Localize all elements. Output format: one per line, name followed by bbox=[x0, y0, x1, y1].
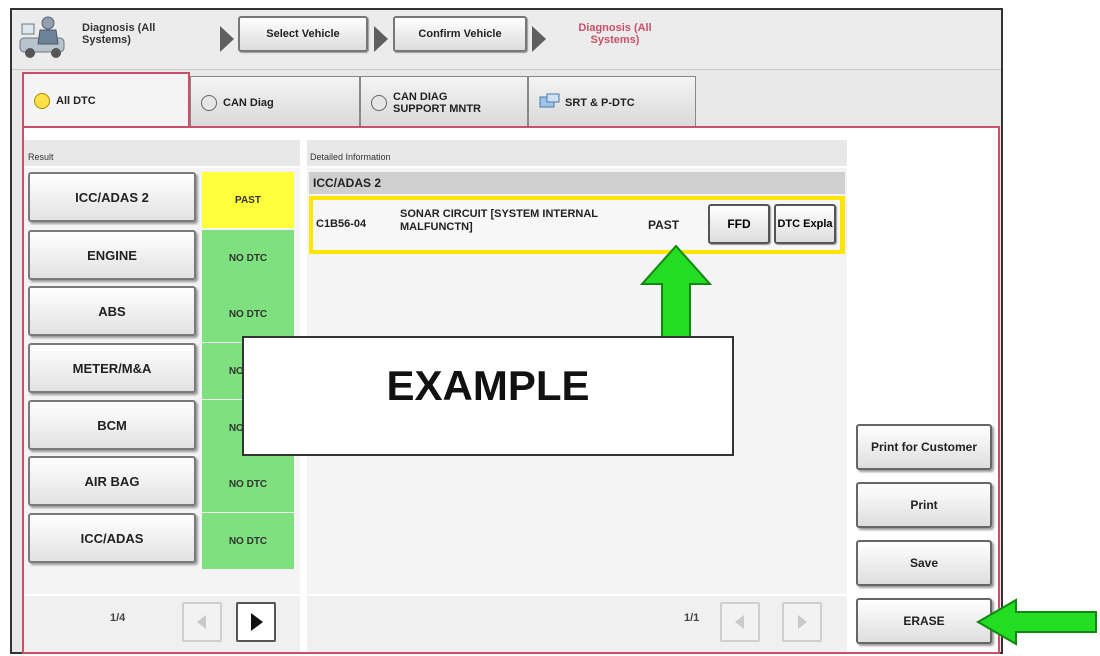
detail-system-header: ICC/ADAS 2 bbox=[309, 172, 845, 194]
left-arrow-icon bbox=[976, 598, 1098, 646]
tab-can-diag[interactable]: CAN Diag bbox=[190, 76, 360, 128]
system-button-icc-adas-2[interactable]: ICC/ADAS 2 bbox=[28, 172, 196, 222]
detail-prev-page-button[interactable] bbox=[720, 602, 760, 642]
tab-label: All DTC bbox=[56, 95, 96, 107]
system-button-engine[interactable]: ENGINE bbox=[28, 230, 196, 280]
detail-pager bbox=[307, 596, 847, 652]
dtc-status: PAST bbox=[648, 218, 680, 232]
confirm-vehicle-button[interactable]: Confirm Vehicle bbox=[393, 16, 527, 52]
result-page-indicator: 1/4 bbox=[110, 612, 126, 624]
ffd-button[interactable]: FFD bbox=[708, 204, 770, 244]
status-badge: NO DTC bbox=[202, 513, 294, 569]
status-badge: NO DTC bbox=[202, 230, 294, 286]
save-button[interactable]: Save bbox=[856, 540, 992, 586]
tab-all-dtc[interactable]: All DTC bbox=[22, 72, 190, 128]
system-button-abs[interactable]: ABS bbox=[28, 286, 196, 336]
print-for-customer-button[interactable]: Print for Customer bbox=[856, 424, 992, 470]
chevron-right-icon bbox=[251, 613, 263, 631]
status-badge: NO DTC bbox=[202, 286, 294, 342]
dtc-description: SONAR CIRCUIT [SYSTEM INTERNAL MALFUNCTN… bbox=[400, 208, 598, 233]
next-page-button[interactable] bbox=[236, 602, 276, 642]
radio-icon bbox=[371, 94, 387, 111]
example-watermark: EXAMPLE bbox=[242, 336, 734, 456]
breadcrumb-current: Diagnosis (All Systems) bbox=[578, 22, 652, 46]
breadcrumb-arrow-icon bbox=[532, 26, 546, 52]
system-button-meter-m-a[interactable]: METER/M&A bbox=[28, 343, 196, 393]
erase-button[interactable]: ERASE bbox=[856, 598, 992, 644]
system-button-icc-adas[interactable]: ICC/ADAS bbox=[28, 513, 196, 563]
prev-page-button[interactable] bbox=[182, 602, 222, 642]
dtc-explanation-button[interactable]: DTC Expla bbox=[774, 204, 836, 244]
breadcrumb-home[interactable]: Diagnosis (All Systems) bbox=[82, 22, 192, 46]
system-button-bcm[interactable]: BCM bbox=[28, 400, 196, 450]
breadcrumb-arrow-icon bbox=[374, 26, 388, 52]
detail-section-label: Detailed Information bbox=[310, 152, 391, 162]
detail-next-page-button[interactable] bbox=[782, 602, 822, 642]
print-button[interactable]: Print bbox=[856, 482, 992, 528]
chevron-right-icon bbox=[798, 615, 807, 629]
tab-label: CAN Diag bbox=[223, 96, 274, 109]
technician-icon[interactable] bbox=[18, 14, 70, 60]
chevron-left-icon bbox=[197, 615, 206, 629]
status-badge: NO DTC bbox=[202, 456, 294, 512]
tab-label: SRT & P-DTC bbox=[565, 96, 635, 109]
chevron-left-icon bbox=[735, 615, 744, 629]
result-section-label: Result bbox=[28, 152, 54, 162]
srt-icon bbox=[539, 93, 561, 112]
radio-icon bbox=[201, 94, 217, 111]
detail-page-indicator: 1/1 bbox=[684, 612, 700, 624]
tab-srt-p-dtc[interactable]: SRT & P-DTC bbox=[528, 76, 696, 128]
dtc-code: C1B56-04 bbox=[316, 218, 367, 230]
tab-can-diag-support-mntr[interactable]: CAN DIAG SUPPORT MNTR bbox=[360, 76, 528, 128]
result-header-bar bbox=[24, 140, 300, 166]
select-vehicle-button[interactable]: Select Vehicle bbox=[238, 16, 368, 52]
status-badge: PAST bbox=[202, 172, 294, 228]
breadcrumb-arrow-icon bbox=[220, 26, 234, 52]
tab-label: CAN DIAG SUPPORT MNTR bbox=[393, 90, 481, 115]
radio-selected-icon bbox=[34, 93, 50, 109]
system-button-air-bag[interactable]: AIR BAG bbox=[28, 456, 196, 506]
